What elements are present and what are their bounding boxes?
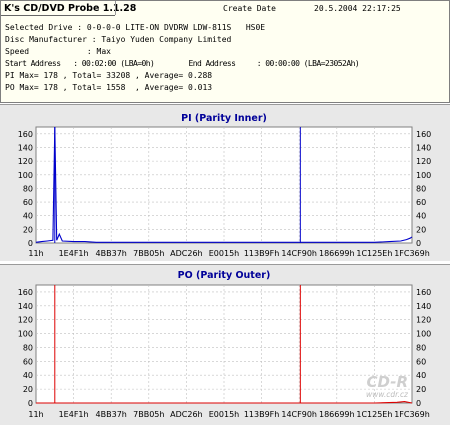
pi-y-tick-right: 60 (416, 198, 426, 207)
pi-y-tick-right: 100 (416, 171, 431, 180)
po-y-tick-left: 100 (18, 330, 33, 339)
po-y-tick-right: 100 (416, 330, 431, 339)
po-x-tick: 1C125Eh (356, 410, 392, 419)
po-chart-title: PO (Parity Outer) (178, 270, 271, 281)
po-chart: PO (Parity Outer) 0 0 20 20 40 40 60 60 80 80 100 10… (18, 270, 432, 419)
po-x-tick: 1E4F1h (59, 410, 89, 419)
speed-line: Speed : Max (5, 47, 111, 56)
pi-y-tick-right: 0 (416, 239, 421, 248)
pi-y-tick-left: 140 (18, 143, 33, 152)
po-y-tick-right: 160 (416, 288, 431, 297)
pi-y-tick-right: 160 (416, 130, 431, 139)
create-date-value: 20.5.2004 22:17:25 (314, 4, 401, 13)
pi-x-tick: 7BB05h (133, 249, 164, 258)
po-stats-line: PO Max= 178 , Total= 1558 , Average= 0.0… (5, 83, 213, 92)
pi-y-tick-right: 20 (416, 225, 426, 234)
pi-y-tick-left: 160 (18, 130, 33, 139)
po-y-tick-left: 60 (23, 357, 33, 366)
po-y-tick-right: 20 (416, 385, 426, 394)
title-divider (115, 1, 116, 15)
pi-chart-panel: PI (Parity Inner) 0 0 20 20 40 40 60 60 80 80 100 10… (0, 104, 450, 261)
po-chart-panel: PO (Parity Outer) 0 0 20 20 40 40 60 60 80 80 100 10… (0, 264, 450, 425)
pi-x-tick: 11h (28, 249, 43, 258)
pi-x-tick: 1C125Eh (356, 249, 392, 258)
pi-y-tick-left: 40 (23, 212, 33, 221)
po-x-tick: 7BB05h (133, 410, 164, 419)
pi-y-tick-left: 60 (23, 198, 33, 207)
po-x-tick: 186699h (319, 410, 355, 419)
po-y-tick-right: 0 (416, 399, 421, 408)
po-y-tick-left: 120 (18, 316, 33, 325)
po-y-tick-right: 80 (416, 343, 426, 352)
info-panel: K's CD/DVD Probe 1.1.28 Create Date 20.5… (0, 0, 450, 103)
po-y-tick-right: 40 (416, 371, 426, 380)
selected-drive-line: Selected Drive : 0-0-0-0 LITE-ON DVDRW L… (5, 23, 266, 32)
po-y-tick-left: 140 (18, 302, 33, 311)
pi-x-tick: E0015h (209, 249, 239, 258)
watermark-url: www.cdr.cz (366, 390, 409, 399)
pi-chart: PI (Parity Inner) 0 0 20 20 40 40 60 60 80 80 100 10… (18, 113, 432, 258)
pi-x-tick: 14CF90h (281, 249, 317, 258)
po-x-tick: 113B9Fh (244, 410, 280, 419)
pi-y-tick-left: 80 (23, 184, 33, 193)
address-line: Start Address : 00:02:00 (LBA=0h) End Ad… (5, 59, 360, 68)
pi-y-tick-right: 80 (416, 184, 426, 193)
po-x-tick: 14CF90h (281, 410, 317, 419)
pi-x-tick: 1E4F1h (59, 249, 89, 258)
po-x-tick: 4BB37h (96, 410, 127, 419)
pi-x-tick: 113B9Fh (244, 249, 280, 258)
pi-x-tick: 4BB37h (96, 249, 127, 258)
po-x-tick: 11h (28, 410, 43, 419)
pi-y-tick-left: 100 (18, 171, 33, 180)
po-x-tick: 1FC369h (394, 410, 430, 419)
pi-x-tick: 1FC369h (394, 249, 430, 258)
pi-y-tick-left: 0 (28, 239, 33, 248)
po-x-tick: ADC26h (170, 410, 202, 419)
po-y-tick-right: 120 (416, 316, 431, 325)
disc-manufacturer-line: Disc Manufacturer : Taiyo Yuden Company … (5, 35, 232, 44)
watermark-logo: CD-R (366, 373, 408, 391)
po-y-tick-left: 80 (23, 343, 33, 352)
pi-y-tick-right: 120 (416, 157, 431, 166)
app-title: K's CD/DVD Probe 1.1.28 (4, 3, 137, 14)
po-x-tick: E0015h (209, 410, 239, 419)
pi-x-tick: 186699h (319, 249, 355, 258)
pi-y-tick-right: 140 (416, 143, 431, 152)
po-y-tick-left: 20 (23, 385, 33, 394)
pi-chart-title: PI (Parity Inner) (181, 113, 267, 124)
pi-x-tick: ADC26h (170, 249, 202, 258)
pi-y-tick-left: 120 (18, 157, 33, 166)
po-y-tick-left: 0 (28, 399, 33, 408)
create-date-label: Create Date (223, 4, 276, 13)
pi-y-tick-right: 40 (416, 212, 426, 221)
pi-y-tick-left: 20 (23, 225, 33, 234)
po-y-tick-right: 60 (416, 357, 426, 366)
po-y-tick-left: 40 (23, 371, 33, 380)
po-y-tick-left: 160 (18, 288, 33, 297)
po-y-tick-right: 140 (416, 302, 431, 311)
pi-stats-line: PI Max= 178 , Total= 33208 , Average= 0.… (5, 71, 213, 80)
title-underline (1, 15, 115, 16)
